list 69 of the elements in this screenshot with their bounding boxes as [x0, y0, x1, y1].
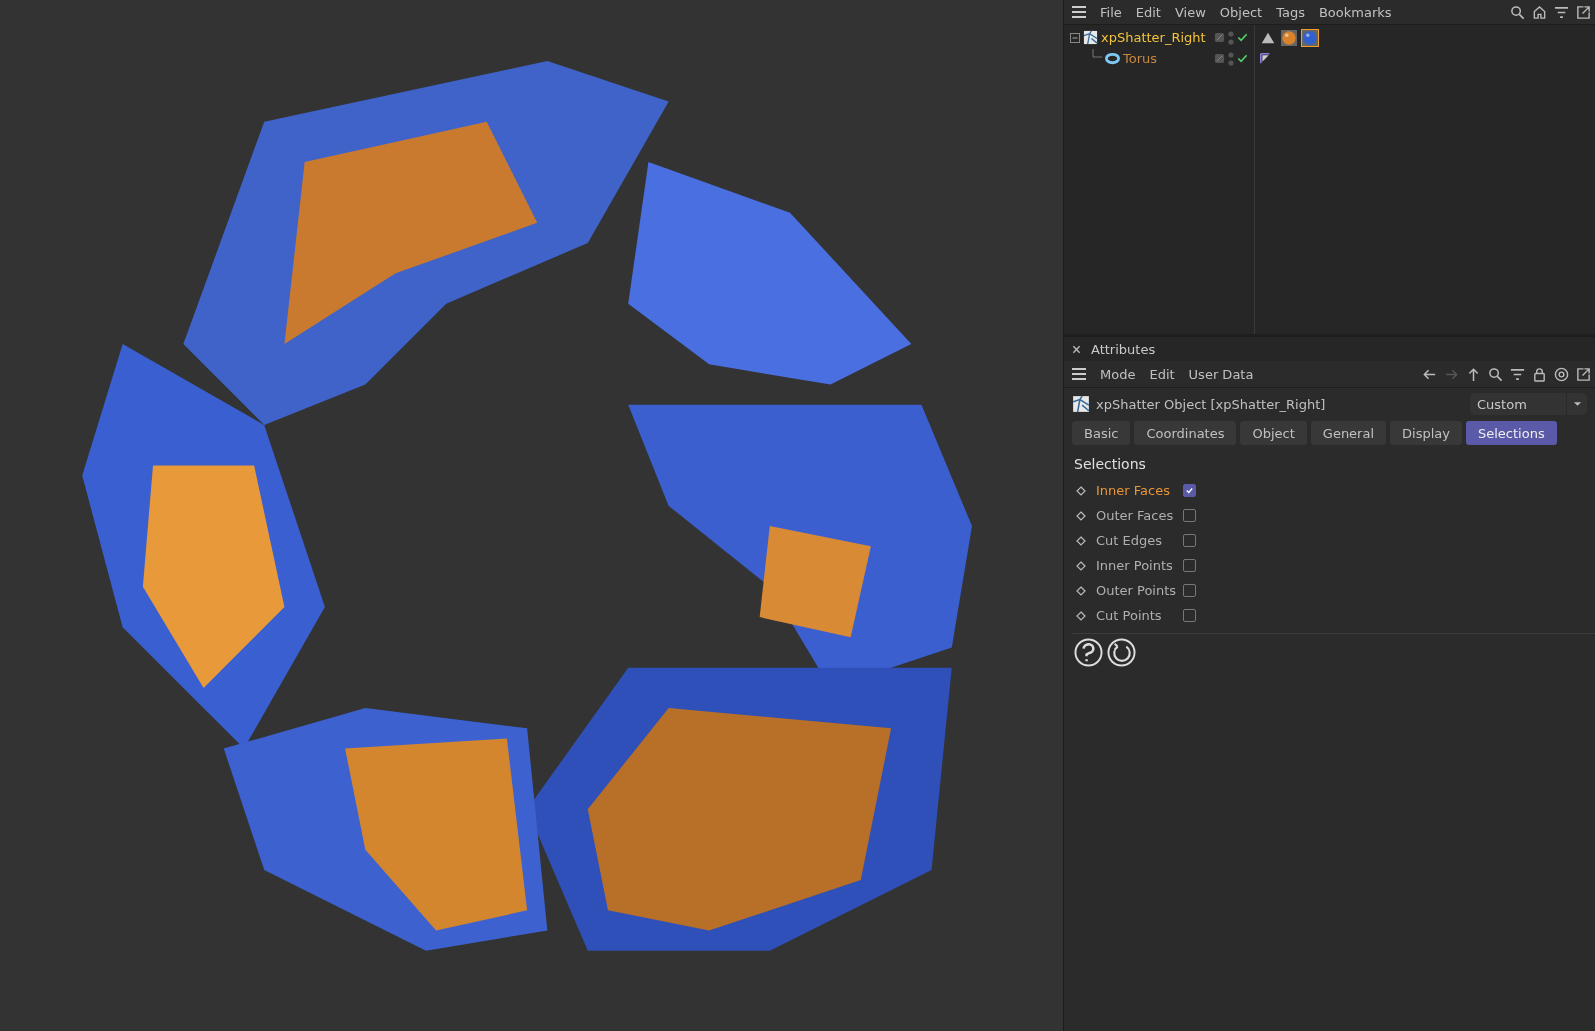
shatter-object-icon: [1072, 395, 1090, 413]
keyframe-diamond-icon[interactable]: [1076, 485, 1086, 496]
layout-dropdown[interactable]: Custom: [1470, 393, 1587, 415]
checkbox[interactable]: [1183, 584, 1196, 597]
tab[interactable]: Display: [1390, 421, 1462, 445]
reset-icon[interactable]: [1107, 638, 1136, 667]
material-sphere-icon[interactable]: [1301, 28, 1319, 47]
menu-item[interactable]: Bookmarks: [1312, 4, 1398, 20]
tab[interactable]: Object: [1240, 421, 1307, 445]
menu-item[interactable]: User Data: [1182, 366, 1260, 382]
lock-icon[interactable]: [1532, 366, 1547, 382]
checkmark-icon[interactable]: [1237, 32, 1248, 43]
menu-item[interactable]: Tags: [1270, 4, 1311, 20]
visibility-dots-icon[interactable]: [1228, 29, 1234, 46]
selection-tag-icon[interactable]: [1259, 52, 1272, 65]
menu-item[interactable]: View: [1168, 4, 1212, 20]
collapse-icon[interactable]: [1070, 32, 1080, 43]
filter-icon[interactable]: [1554, 4, 1569, 20]
checkbox[interactable]: [1183, 559, 1196, 572]
tab[interactable]: Coordinates: [1134, 421, 1237, 445]
checkbox[interactable]: [1183, 609, 1196, 622]
layer-icon[interactable]: [1214, 32, 1225, 43]
torus-icon: [1105, 51, 1120, 66]
object-name[interactable]: xpShatter_Right: [1101, 30, 1206, 45]
parameter-label: Cut Points: [1096, 608, 1163, 623]
object-name[interactable]: Torus: [1123, 51, 1158, 66]
checkmark-icon[interactable]: [1237, 53, 1248, 64]
material-sphere-icon[interactable]: [1280, 28, 1298, 47]
keyframe-diamond-icon[interactable]: [1076, 560, 1086, 571]
parameter-label: Outer Faces: [1096, 508, 1175, 523]
home-icon[interactable]: [1532, 4, 1547, 20]
menu-item[interactable]: Edit: [1143, 366, 1181, 382]
keyframe-diamond-icon[interactable]: [1076, 510, 1086, 521]
filter-icon[interactable]: [1510, 366, 1525, 382]
search-icon[interactable]: [1510, 4, 1525, 20]
parameter-label: Cut Edges: [1096, 533, 1164, 548]
parameter-label: Inner Faces: [1096, 483, 1171, 498]
shatter-object-icon: [1083, 30, 1098, 45]
menu-icon[interactable]: [1072, 368, 1086, 380]
keyframe-diamond-icon[interactable]: [1076, 610, 1086, 621]
keyframe-diamond-icon[interactable]: [1076, 535, 1086, 546]
tab[interactable]: Selections: [1465, 421, 1557, 445]
tab[interactable]: Basic: [1072, 421, 1131, 445]
checkmark-icon: [1185, 486, 1194, 495]
help-icon[interactable]: [1074, 638, 1103, 667]
tab[interactable]: General: [1310, 421, 1387, 445]
target-icon[interactable]: [1554, 366, 1569, 382]
parameter-label: Outer Points: [1096, 583, 1178, 598]
object-label: xpShatter Object [xpShatter_Right]: [1096, 396, 1326, 412]
new-window-icon[interactable]: [1576, 4, 1591, 20]
checkbox[interactable]: [1183, 534, 1196, 547]
menu-item[interactable]: Object: [1213, 4, 1269, 20]
panel-title: Attributes: [1091, 341, 1156, 357]
up-arrow-icon[interactable]: [1466, 366, 1481, 382]
section-heading: Selections: [1073, 455, 1147, 474]
close-icon[interactable]: [1072, 344, 1081, 354]
menu-item[interactable]: File: [1094, 4, 1128, 20]
caret-icon: [1572, 401, 1582, 407]
layer-icon[interactable]: [1214, 53, 1225, 64]
visibility-dots-icon[interactable]: [1228, 50, 1234, 67]
parameter-label: Inner Points: [1096, 558, 1174, 573]
checkbox[interactable]: [1183, 509, 1196, 522]
menu-item[interactable]: Edit: [1129, 4, 1167, 20]
search-icon[interactable]: [1488, 366, 1503, 382]
menu-item[interactable]: Mode: [1094, 366, 1142, 382]
checkbox[interactable]: [1183, 484, 1196, 497]
keyframe-diamond-icon[interactable]: [1076, 585, 1086, 596]
new-window-icon[interactable]: [1576, 366, 1591, 382]
menu-icon[interactable]: [1072, 6, 1086, 18]
